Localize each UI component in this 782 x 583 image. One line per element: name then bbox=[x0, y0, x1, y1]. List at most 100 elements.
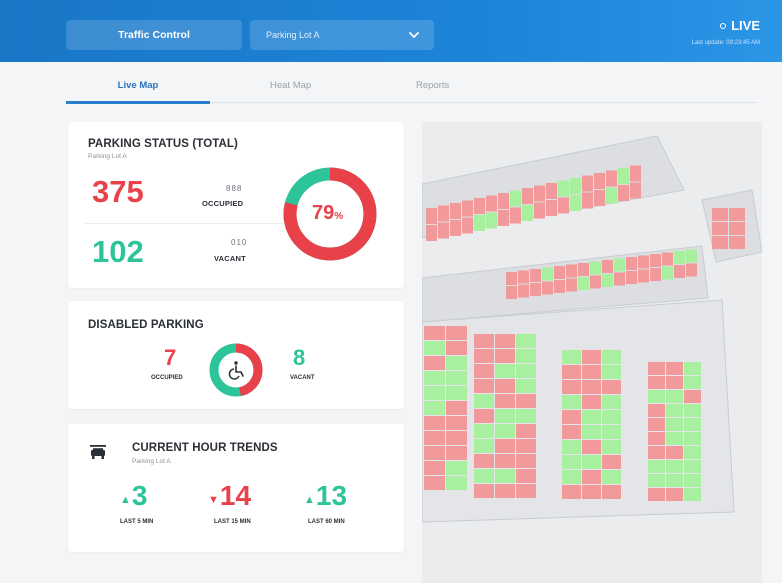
parking-space bbox=[446, 326, 467, 340]
occupancy-percent: 79% bbox=[312, 202, 343, 225]
parking-space bbox=[562, 410, 581, 424]
parking-space bbox=[630, 165, 641, 182]
parking-space bbox=[684, 418, 701, 431]
parking-space bbox=[602, 395, 621, 409]
parking-space bbox=[424, 356, 445, 370]
parking-space bbox=[570, 178, 581, 194]
parking-space bbox=[712, 222, 728, 235]
parking-space bbox=[614, 258, 625, 272]
parking-space bbox=[510, 190, 521, 207]
parking-space bbox=[554, 280, 565, 293]
parking-space bbox=[424, 431, 445, 445]
live-dot-icon bbox=[720, 22, 727, 29]
parking-space bbox=[522, 205, 533, 221]
parking-space bbox=[462, 217, 473, 234]
parking-space bbox=[546, 183, 557, 199]
parking-space bbox=[606, 187, 617, 204]
parking-space bbox=[684, 362, 701, 375]
parking-space bbox=[648, 390, 665, 403]
parking-space bbox=[582, 425, 601, 439]
parking-space bbox=[446, 431, 467, 445]
disabled-occupied-count: 7 bbox=[164, 345, 177, 370]
parking-space bbox=[662, 252, 673, 266]
live-label: LIVE bbox=[731, 18, 760, 33]
parking-space bbox=[546, 200, 557, 216]
parking-space bbox=[666, 432, 683, 445]
parking-space bbox=[578, 263, 589, 276]
disabled-donut bbox=[209, 343, 263, 397]
parking-space bbox=[618, 185, 629, 201]
parking-space bbox=[542, 267, 553, 281]
parking-space bbox=[684, 460, 701, 473]
parking-space bbox=[558, 197, 569, 214]
parking-space bbox=[424, 416, 445, 430]
traffic-control-label: Traffic Control bbox=[118, 29, 190, 41]
parking-space bbox=[542, 281, 553, 295]
parking-space bbox=[602, 485, 621, 499]
parking-lot-map[interactable] bbox=[422, 122, 762, 583]
trend-5min: ▲ 3 bbox=[120, 480, 147, 512]
parking-space bbox=[424, 341, 445, 355]
tab-reports[interactable]: Reports bbox=[416, 80, 449, 91]
vacant-label: VACANT bbox=[214, 254, 246, 263]
parking-space bbox=[516, 484, 536, 498]
parking-space bbox=[446, 386, 467, 400]
parking-space bbox=[510, 207, 521, 224]
parking-space bbox=[582, 440, 601, 454]
parking-space bbox=[474, 469, 494, 483]
live-parking-map[interactable] bbox=[422, 122, 762, 583]
traffic-control-button[interactable]: Traffic Control bbox=[66, 20, 242, 50]
parking-space bbox=[562, 440, 581, 454]
arrow-up-icon: ▲ bbox=[120, 494, 131, 506]
parking-space bbox=[648, 460, 665, 473]
parking-space bbox=[582, 395, 601, 409]
parking-space bbox=[626, 271, 637, 284]
tab-heat-map[interactable]: Heat Map bbox=[270, 80, 311, 91]
parking-status-subtitle: Parking Lot A bbox=[88, 153, 127, 160]
parking-space bbox=[554, 266, 565, 279]
parking-space bbox=[495, 454, 515, 468]
parking-space bbox=[446, 401, 467, 415]
parking-space bbox=[424, 461, 445, 475]
parking-space bbox=[686, 249, 697, 263]
parking-space bbox=[474, 379, 494, 393]
parking-space bbox=[518, 284, 529, 298]
parking-space bbox=[462, 200, 473, 217]
parking-space bbox=[562, 380, 581, 394]
parking-space bbox=[516, 394, 536, 408]
parking-space bbox=[666, 474, 683, 487]
parking-space bbox=[666, 376, 683, 389]
parking-status-card: PARKING STATUS (TOTAL) Parking Lot A 375… bbox=[68, 122, 404, 288]
parking-space bbox=[630, 182, 641, 199]
tab-live-map[interactable]: Live Map bbox=[66, 80, 210, 91]
disabled-occupied-label: OCCUPIED bbox=[151, 375, 183, 381]
parking-space bbox=[438, 205, 449, 222]
parking-space bbox=[516, 469, 536, 483]
parking-space bbox=[516, 424, 536, 438]
parking-space bbox=[446, 461, 467, 475]
parking-space bbox=[614, 272, 625, 286]
parking-space bbox=[582, 470, 601, 484]
parking-status-title: PARKING STATUS (TOTAL) bbox=[88, 138, 238, 150]
parking-lot-dropdown[interactable]: Parking Lot A bbox=[250, 20, 434, 50]
parking-space bbox=[498, 193, 509, 209]
trends-card: CURRENT HOUR TRENDS Parking Lot A ▲ 3 LAS… bbox=[68, 424, 404, 552]
parking-space bbox=[562, 455, 581, 469]
disabled-parking-title: DISABLED PARKING bbox=[88, 319, 204, 331]
disabled-vacant-label: VACANT bbox=[290, 375, 315, 381]
parking-space bbox=[495, 379, 515, 393]
live-indicator: LIVE bbox=[720, 18, 760, 33]
parking-space bbox=[495, 364, 515, 378]
parking-space bbox=[566, 264, 577, 278]
parking-space bbox=[594, 173, 605, 189]
parking-space bbox=[638, 255, 649, 269]
parking-space bbox=[495, 484, 515, 498]
parking-space bbox=[495, 469, 515, 483]
trends-title: CURRENT HOUR TRENDS bbox=[132, 442, 278, 454]
parking-space bbox=[474, 424, 494, 438]
parking-space bbox=[424, 326, 445, 340]
parking-space bbox=[606, 170, 617, 187]
parking-space bbox=[686, 263, 697, 277]
parking-space bbox=[474, 439, 494, 453]
parking-space bbox=[558, 180, 569, 197]
